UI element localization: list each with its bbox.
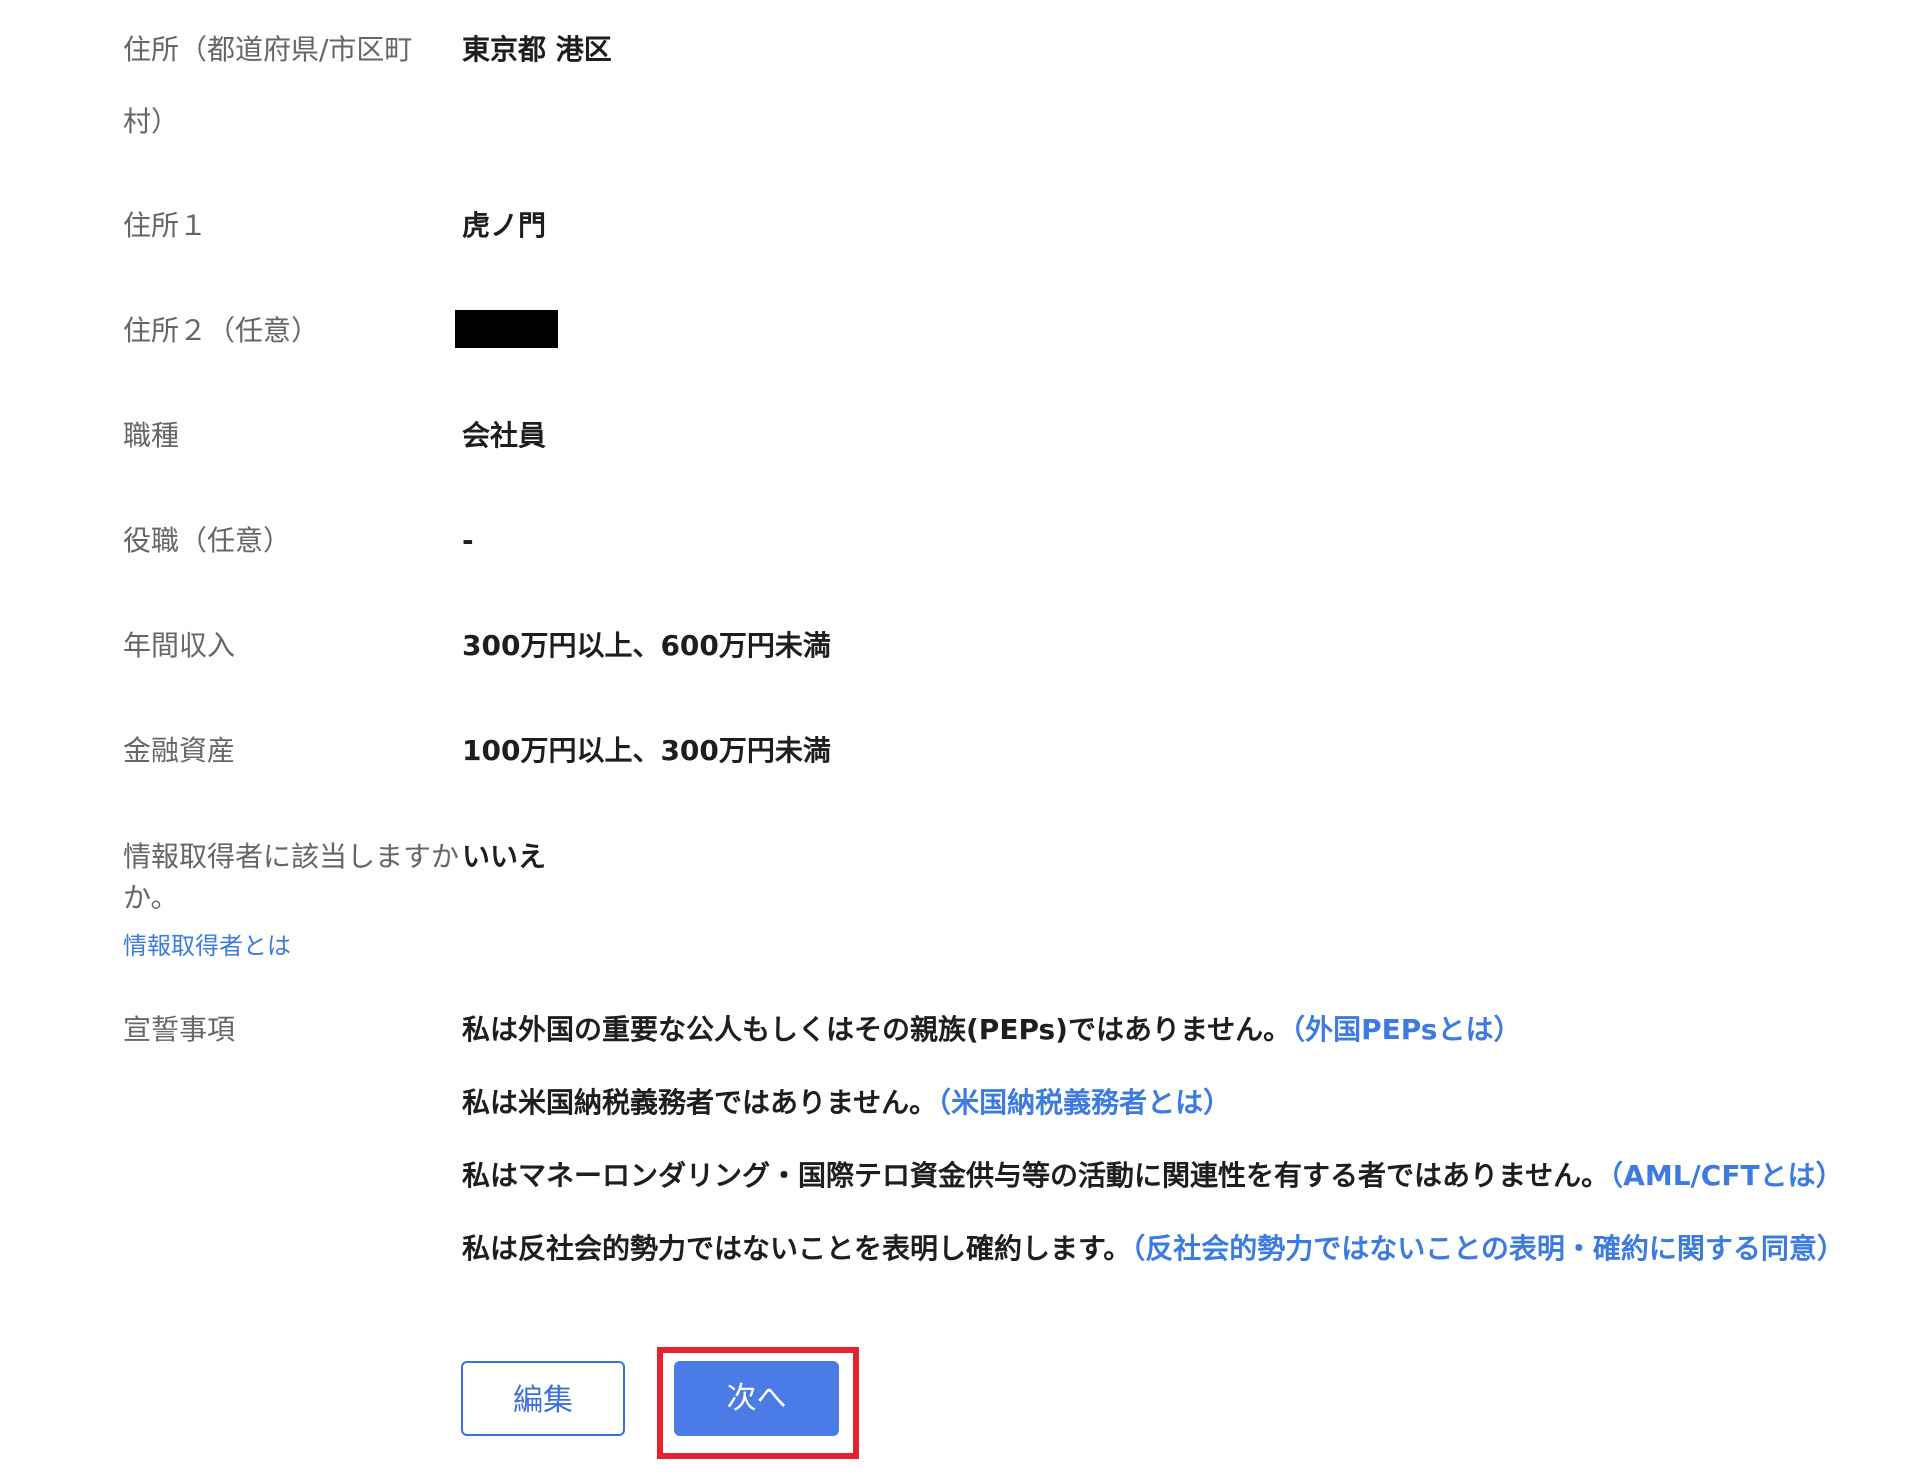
info-acquirer-label-line1: 情報取得者に該当しますか [123, 840, 460, 873]
declaration-antisocial-text: 私は反社会的勢力ではないことを表明し確約します。 [462, 1232, 1132, 1265]
next-button[interactable]: 次へ [674, 1361, 839, 1436]
declaration-peps: 私は外国の重要な公人もしくはその親族(PEPs)ではありません。（外国PEPsと… [462, 1010, 1521, 1050]
info-acquirer-value: いいえ [462, 840, 547, 873]
declarations-label: 宣誓事項 [123, 1013, 236, 1046]
income-label: 年間収入 [123, 629, 236, 662]
position-label: 役職（任意） [123, 524, 292, 557]
occupation-value: 会社員 [462, 419, 547, 452]
declaration-antisocial: 私は反社会的勢力ではないことを表明し確約します。（反社会的勢力ではないことの表明… [462, 1229, 1845, 1269]
address2-label: 住所２（任意） [123, 314, 320, 347]
income-value: 300万円以上、600万円未満 [462, 629, 831, 662]
declaration-peps-text: 私は外国の重要な公人もしくはその親族(PEPs)ではありません。 [462, 1013, 1292, 1046]
position-value: - [462, 524, 474, 557]
address-prefecture-value: 東京都 港区 [462, 33, 612, 66]
address1-label: 住所１ [123, 209, 208, 242]
declaration-us-tax-text: 私は米国納税義務者ではありません。 [462, 1086, 938, 1119]
assets-label: 金融資産 [123, 734, 236, 767]
edit-button[interactable]: 編集 [461, 1361, 625, 1436]
declaration-aml-link[interactable]: （AML/CFTとは） [1609, 1159, 1843, 1192]
address1-value: 虎ノ門 [462, 209, 547, 242]
declaration-aml-text: 私はマネーロンダリング・国際テロ資金供与等の活動に関連性を有する者ではありません… [462, 1159, 1610, 1192]
assets-value: 100万円以上、300万円未満 [462, 734, 831, 767]
declaration-us-tax: 私は米国納税義務者ではありません。（米国納税義務者とは） [462, 1083, 1231, 1123]
address-prefecture-label-line2: 村） [123, 105, 180, 138]
info-acquirer-help-link[interactable]: 情報取得者とは [123, 930, 291, 962]
info-acquirer-label-line2: か。 [123, 881, 179, 914]
declaration-antisocial-link[interactable]: （反社会的勢力ではないことの表明・確約に関する同意） [1131, 1232, 1845, 1265]
declaration-aml: 私はマネーロンダリング・国際テロ資金供与等の活動に関連性を有する者ではありません… [462, 1156, 1844, 1196]
address2-redacted-value [455, 310, 558, 348]
address-prefecture-label-line1: 住所（都道府県/市区町 [123, 33, 413, 66]
declaration-us-tax-link[interactable]: （米国納税義務者とは） [937, 1086, 1231, 1119]
occupation-label: 職種 [123, 419, 180, 452]
declaration-peps-link[interactable]: （外国PEPsとは） [1291, 1013, 1521, 1046]
